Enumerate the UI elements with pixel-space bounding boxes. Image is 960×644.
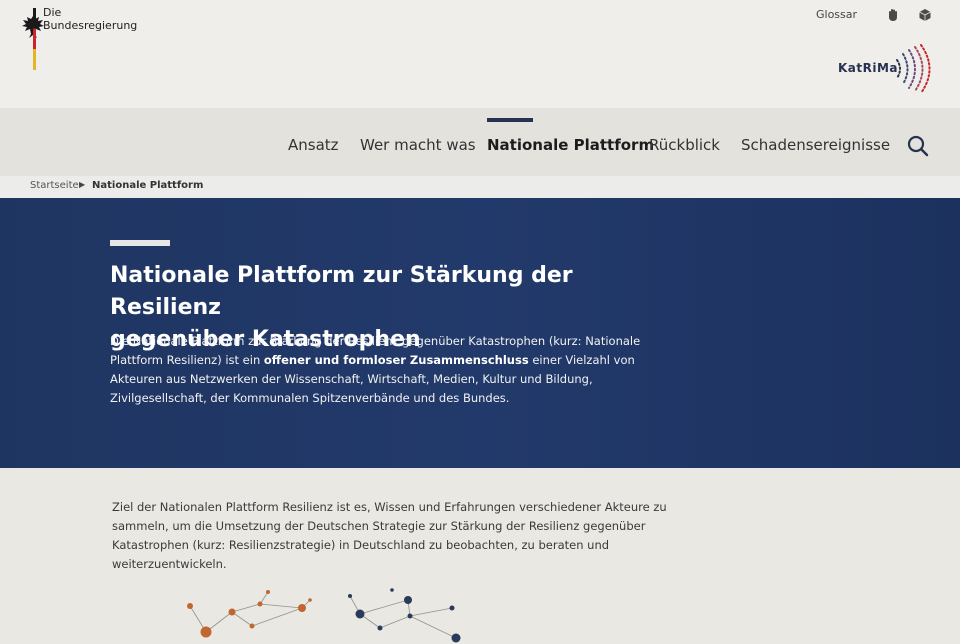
hero-banner: Nationale Plattform zur Stärkung der Res… [0,198,960,468]
network-node [355,609,365,619]
network-node [249,623,255,629]
network-node [187,603,193,609]
breadcrumb-current: Nationale Plattform [92,180,204,191]
breadcrumb-home-link[interactable]: Startseite [30,180,79,191]
active-tab-indicator [487,118,533,122]
network-node [298,604,306,612]
main-navigation: Ansatz Wer macht was Nationale Plattform… [0,108,960,176]
site-header: Die Bundesregierung Glossar KatRiMa [0,0,960,108]
logo-line-2: Bundesregierung [43,19,138,32]
breadcrumb-arrow-icon: ▶ [79,180,86,189]
nav-item-ansatz[interactable]: Ansatz [288,136,339,154]
network-node [404,596,412,604]
network-node [257,601,263,607]
network-node [449,605,455,611]
katrima-waves-logo[interactable] [893,44,937,94]
hero-text-bold: offener und formloser Zusammenschluss [263,353,529,367]
network-node [390,588,394,592]
flag-bar [33,8,36,70]
network-node [407,613,413,619]
nav-item-schadensereignisse[interactable]: Schadensereignisse [741,136,890,154]
nav-item-nationale-plattform[interactable]: Nationale Plattform [487,136,654,154]
network-node [228,608,236,616]
network-node [200,626,212,638]
katrima-label: KatRiMa [838,61,899,75]
logo-text: Die Bundesregierung [43,6,153,32]
network-node [308,598,312,602]
breadcrumb: Startseite ▶ Nationale Plattform [0,176,960,198]
network-node [377,625,383,631]
hero-accent-bar [110,240,170,246]
hero-description: Die Nationale Plattform zur Stärkung der… [110,332,680,408]
sign-language-icon[interactable] [886,8,900,22]
network-illustration [187,588,461,643]
network-node [348,594,352,598]
glossar-link[interactable]: Glossar [816,8,857,21]
intro-paragraph: Ziel der Nationalen Plattform Resilienz … [112,500,667,571]
logo-line-1: Die [43,6,62,19]
network-node [266,590,270,594]
page-title-line-1: Nationale Plattform zur Stärkung der Res… [110,263,573,320]
nav-item-wer-macht-was[interactable]: Wer macht was [360,136,476,154]
search-icon[interactable] [907,135,929,157]
network-node [451,633,461,643]
accessibility-cube-icon[interactable] [918,8,932,22]
nav-item-rueckblick[interactable]: Rückblick [649,136,720,154]
